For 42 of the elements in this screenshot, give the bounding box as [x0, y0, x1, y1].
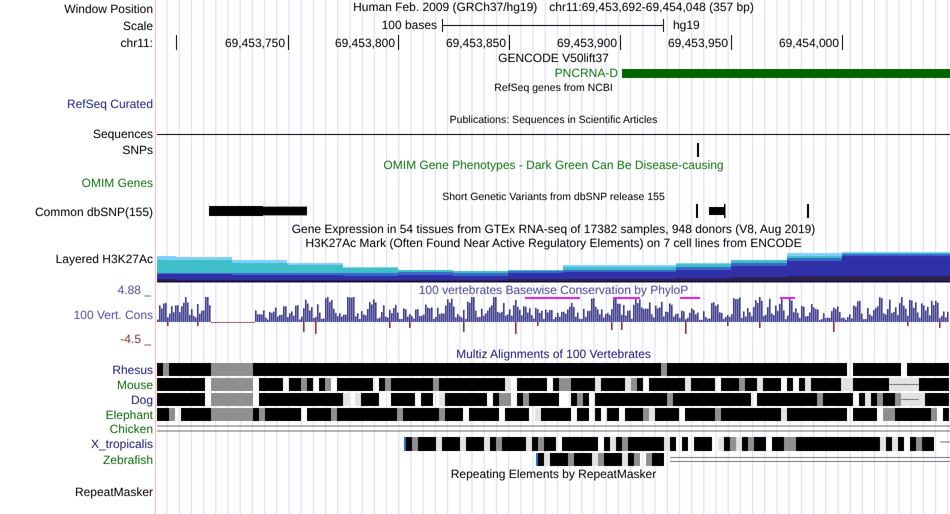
track-label: Dog	[130, 392, 153, 406]
axis-min-label: -4.5 _	[120, 332, 152, 346]
gene-label: PNCRNA-D	[554, 66, 618, 80]
track-caption: Multiz Alignments of 100 Vertebrates	[456, 347, 651, 361]
ruler-label: 69,453,900	[556, 36, 617, 50]
track-label: Sequences	[92, 127, 153, 141]
track-caption: GENCODE V50lift37	[498, 51, 609, 65]
ruler-label: 69,454,000	[778, 36, 839, 50]
row-label: Window Position	[64, 2, 153, 16]
track-label: OMIM Genes	[82, 176, 153, 190]
assembly-label: hg19	[673, 18, 700, 32]
track-label: Mouse	[116, 378, 153, 392]
scale-length: 100 bases	[382, 18, 437, 32]
track-label: 100 Vert. Cons	[74, 308, 153, 322]
ruler-label: 69,453,800	[334, 36, 395, 50]
track-caption: 100 vertebrates Basewise Conservation by PhyloP	[418, 283, 688, 297]
track-caption: H3K27Ac Mark (Often Found Near Active Regulatory Elements) on 7 cell lines from ENCODE	[305, 236, 802, 250]
track-label: Rhesus	[112, 362, 153, 376]
track-caption: Short Genetic Variants from dbSNP release 155	[442, 190, 665, 204]
ruler-label: 69,453,750	[224, 36, 285, 50]
track-caption: Repeating Elements by RepeatMasker	[450, 467, 656, 481]
track-label: Zebrafish	[102, 452, 153, 466]
variant-mark	[697, 143, 699, 157]
track-label: Common dbSNP(155)	[34, 205, 153, 219]
row-label: Scale	[122, 18, 153, 32]
track-label: Layered H3K27Ac	[56, 252, 153, 266]
track-label: Elephant	[106, 408, 153, 422]
track-label: RefSeq Curated	[66, 96, 153, 110]
row-label: chr11:	[120, 36, 153, 50]
position-text: chr11:69,453,692-69,454,048 (357 bp)	[549, 0, 754, 14]
track-label: X_tropicalis	[90, 437, 153, 451]
track-caption: Gene Expression in 54 tissues from GTEx RNA-seq of 17382 samples, 948 donors (V8, Aug 2019)	[292, 222, 816, 236]
axis-max-label: 4.88 _	[118, 283, 152, 297]
track-label: RepeatMasker	[74, 484, 153, 498]
track-label: Chicken	[110, 422, 153, 436]
track-caption: RefSeq genes from NCBI	[494, 81, 613, 95]
assembly-title: Human Feb. 2009 (GRCh37/hg19)	[353, 0, 538, 14]
track-caption: Publications: Sequences in Scientific Articles	[450, 113, 658, 127]
track-label: SNPs	[122, 142, 153, 156]
ruler-label: 69,453,850	[446, 36, 506, 50]
ruler-label: 69,453,950	[668, 36, 728, 50]
track-caption: OMIM Gene Phenotypes - Dark Green Can Be Disease-causing	[383, 158, 724, 172]
